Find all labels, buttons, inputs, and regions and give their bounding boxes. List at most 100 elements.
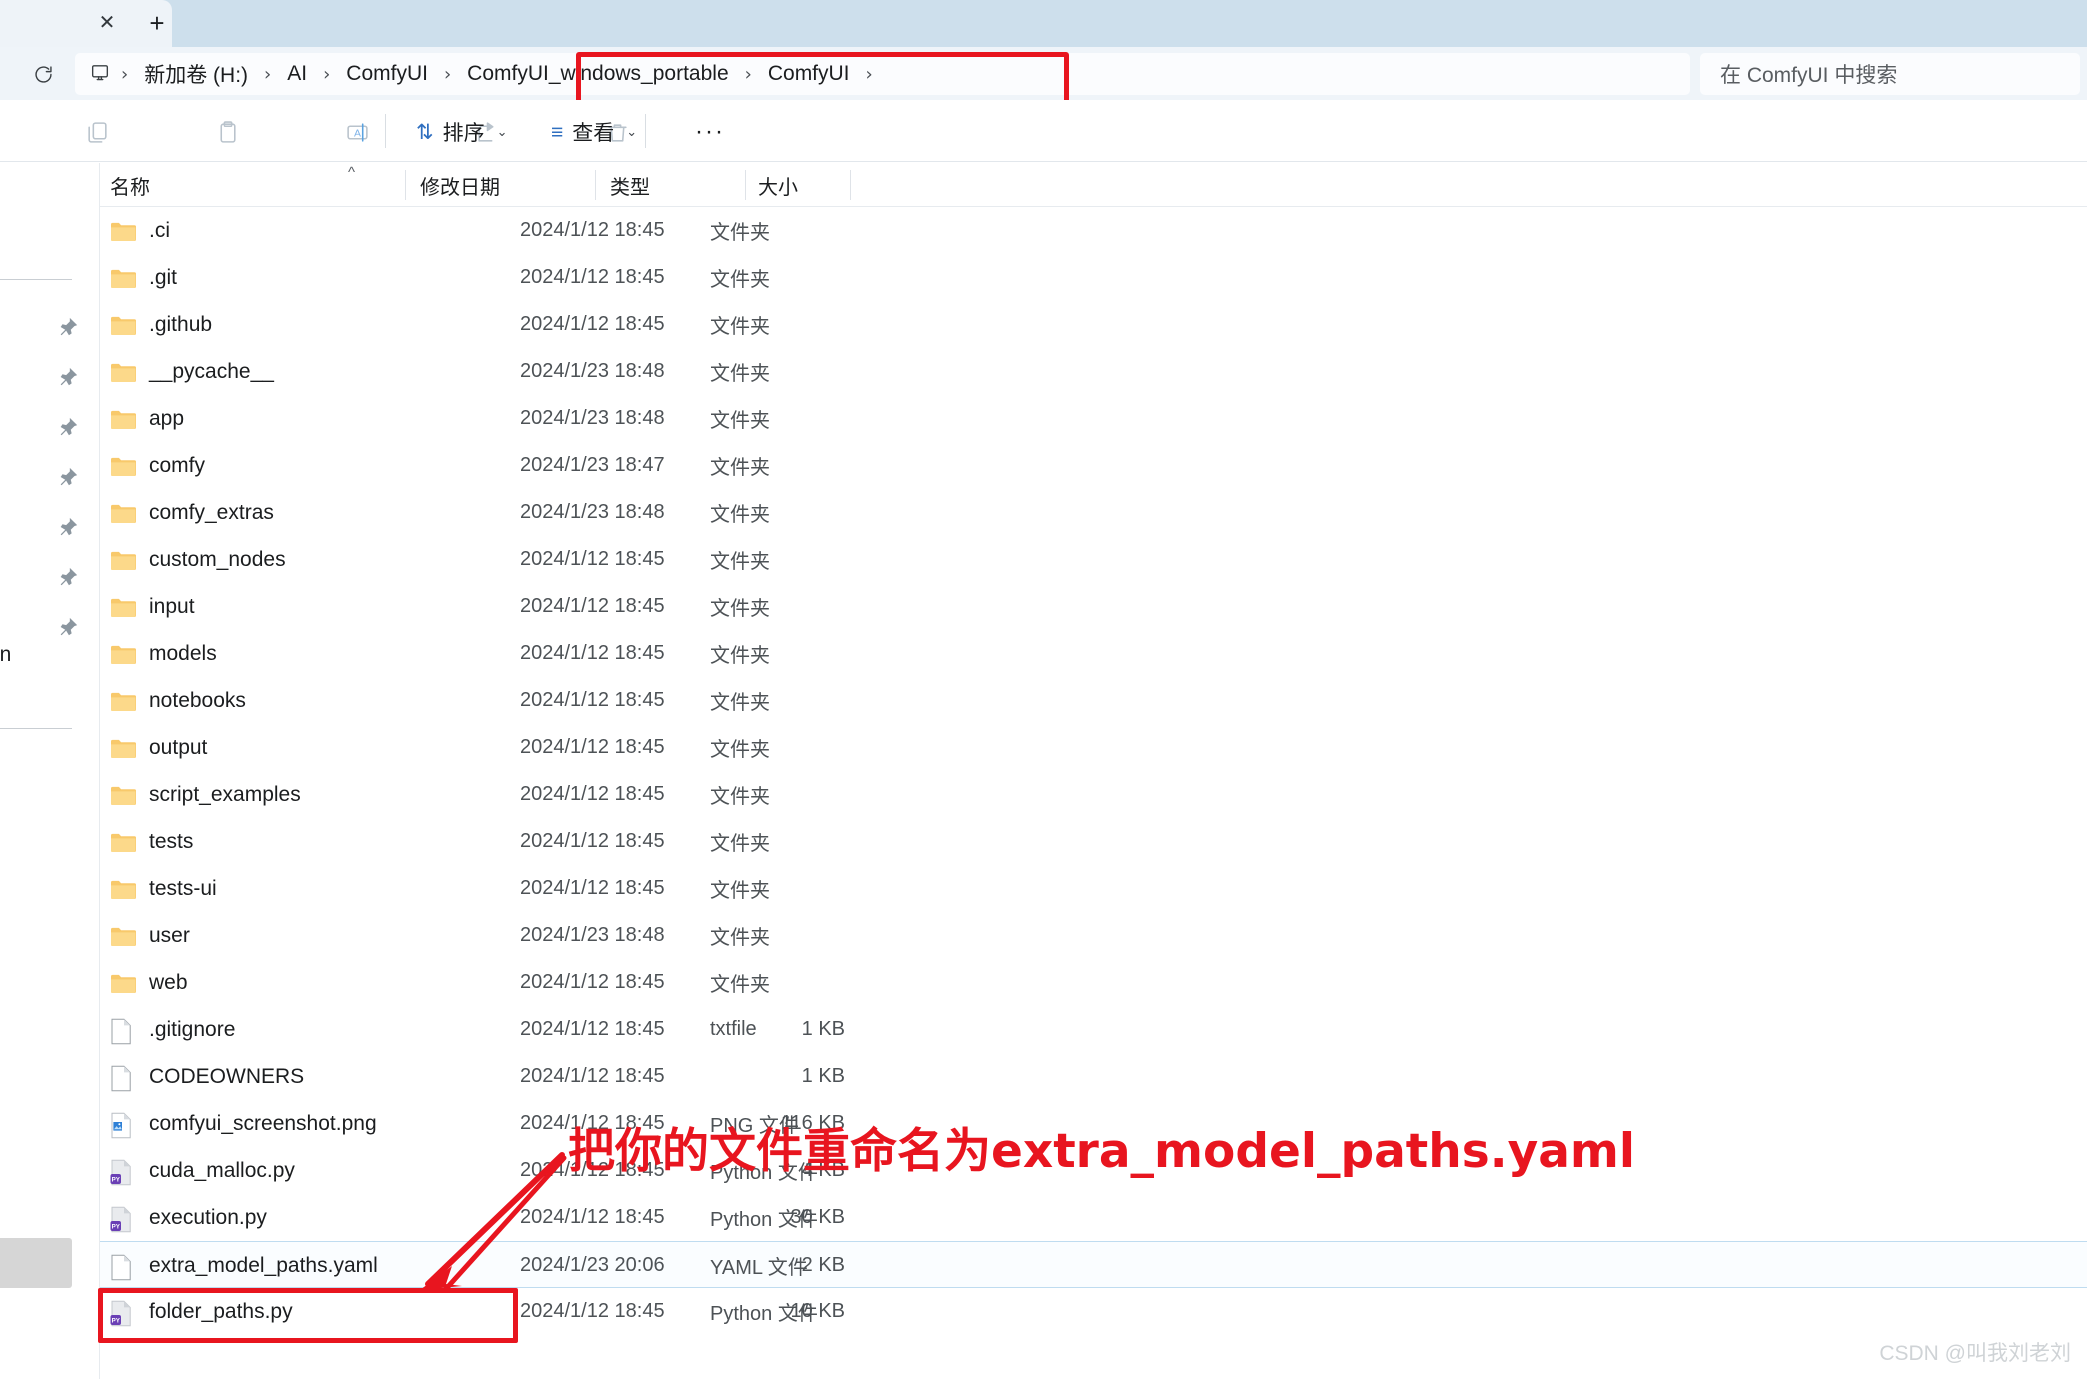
- file-name-cell[interactable]: PY folder_paths.py: [100, 1288, 293, 1335]
- breadcrumb-item-0[interactable]: 新加卷 (H:): [138, 57, 254, 91]
- table-row[interactable]: PY execution.py 2024/1/12 18:45 Python 文件 30…: [100, 1194, 2087, 1241]
- file-date-cell: 2024/1/23 18:47: [520, 454, 665, 476]
- view-label: 查看: [572, 122, 615, 145]
- table-row[interactable]: .gitignore 2024/1/12 18:45 txtfile 1 KB: [100, 1006, 2087, 1053]
- breadcrumb-item-3[interactable]: ComfyUI_windows_portable: [461, 60, 734, 88]
- nav-selected-item[interactable]: [0, 1238, 72, 1288]
- folder-icon: [110, 830, 136, 854]
- view-button[interactable]: ≡ 查看 ⌄: [545, 112, 643, 152]
- paste-icon[interactable]: [208, 113, 246, 151]
- folder-icon: [110, 595, 136, 619]
- file-name-cell[interactable]: __pycache__: [100, 348, 274, 395]
- table-row[interactable]: .git 2024/1/12 18:45 文件夹: [100, 254, 2087, 301]
- file-name-cell[interactable]: CODEOWNERS: [100, 1053, 304, 1100]
- breadcrumb-separator: ›: [264, 63, 272, 85]
- column-divider[interactable]: [595, 170, 596, 200]
- table-row[interactable]: .github 2024/1/12 18:45 文件夹: [100, 301, 2087, 348]
- table-row[interactable]: notebooks 2024/1/12 18:45 文件夹: [100, 677, 2087, 724]
- breadcrumb-separator: ›: [744, 63, 752, 85]
- table-row[interactable]: PY folder_paths.py 2024/1/12 18:45 Python 文…: [100, 1288, 2087, 1335]
- breadcrumb[interactable]: › 新加卷 (H:) › AI › ComfyUI › ComfyUI_wind…: [75, 53, 1690, 95]
- column-divider[interactable]: [850, 170, 851, 200]
- file-name-cell[interactable]: web: [100, 959, 188, 1006]
- table-row[interactable]: extra_model_paths.yaml 2024/1/23 20:06 YAM…: [100, 1241, 2087, 1288]
- table-row[interactable]: custom_nodes 2024/1/12 18:45 文件夹: [100, 536, 2087, 583]
- search-input[interactable]: 在 ComfyUI 中搜索: [1700, 53, 2080, 95]
- blank-file-icon: [110, 1018, 136, 1044]
- table-row[interactable]: web 2024/1/12 18:45 文件夹: [100, 959, 2087, 1006]
- file-name-cell[interactable]: .github: [100, 301, 212, 348]
- table-row[interactable]: tests-ui 2024/1/12 18:45 文件夹: [100, 865, 2087, 912]
- breadcrumb-item-2[interactable]: ComfyUI: [340, 60, 434, 88]
- file-name-cell[interactable]: PY cuda_malloc.py: [100, 1147, 295, 1194]
- table-row[interactable]: comfy 2024/1/23 18:47 文件夹: [100, 442, 2087, 489]
- close-icon[interactable]: ✕: [92, 8, 122, 38]
- breadcrumb-item-4[interactable]: ComfyUI: [762, 60, 856, 88]
- file-name-label: models: [149, 641, 217, 665]
- table-row[interactable]: comfy_extras 2024/1/23 18:48 文件夹: [100, 489, 2087, 536]
- table-row[interactable]: app 2024/1/23 18:48 文件夹: [100, 395, 2087, 442]
- table-row[interactable]: input 2024/1/12 18:45 文件夹: [100, 583, 2087, 630]
- file-name-cell[interactable]: user: [100, 912, 190, 959]
- watermark: CSDN @叫我刘老刘: [1879, 1342, 2071, 1365]
- file-size-cell: 10 KB: [790, 1300, 845, 1322]
- file-size-cell: [740, 489, 845, 536]
- file-name-cell[interactable]: script_examples: [100, 771, 301, 818]
- copy-icon[interactable]: [78, 113, 116, 151]
- file-date-cell: 2024/1/12 18:45: [520, 1300, 665, 1322]
- file-name-label: execution.py: [149, 1205, 267, 1229]
- more-options-button[interactable]: ···: [690, 112, 730, 152]
- column-divider[interactable]: [405, 170, 406, 200]
- file-name-cell[interactable]: tests: [100, 818, 193, 865]
- file-name-cell[interactable]: comfyui_screenshot.png: [100, 1100, 377, 1147]
- file-name-cell[interactable]: output: [100, 724, 207, 771]
- breadcrumb-item-1[interactable]: AI: [281, 60, 313, 88]
- file-name-label: custom_nodes: [149, 547, 286, 571]
- file-date-cell: 2024/1/12 18:45: [520, 877, 665, 899]
- table-row[interactable]: __pycache__ 2024/1/23 18:48 文件夹: [100, 348, 2087, 395]
- file-name-cell[interactable]: input: [100, 583, 195, 630]
- file-name-cell[interactable]: custom_nodes: [100, 536, 286, 583]
- file-name-label: folder_paths.py: [149, 1299, 293, 1323]
- file-name-cell[interactable]: notebooks: [100, 677, 246, 724]
- new-tab-icon[interactable]: +: [138, 4, 176, 42]
- refresh-icon[interactable]: [24, 55, 62, 93]
- sort-icon: ⇅: [416, 120, 434, 144]
- column-divider[interactable]: [745, 170, 746, 200]
- file-name-cell[interactable]: tests-ui: [100, 865, 217, 912]
- sort-button[interactable]: ⇅ 排序 ⌄: [410, 112, 514, 152]
- nav-item-label[interactable]: on: [0, 643, 11, 667]
- column-header-date[interactable]: 修改日期: [420, 163, 500, 207]
- file-date-cell: 2024/1/12 18:45: [520, 1018, 665, 1040]
- file-name-cell[interactable]: PY execution.py: [100, 1194, 267, 1241]
- table-row[interactable]: output 2024/1/12 18:45 文件夹: [100, 724, 2087, 771]
- folder-icon: [110, 736, 136, 760]
- table-row[interactable]: models 2024/1/12 18:45 文件夹: [100, 630, 2087, 677]
- table-row[interactable]: tests 2024/1/12 18:45 文件夹: [100, 818, 2087, 865]
- address-bar-row: › 新加卷 (H:) › AI › ComfyUI › ComfyUI_wind…: [0, 47, 2087, 100]
- rename-icon[interactable]: A: [338, 113, 376, 151]
- file-name-label: extra_model_paths.yaml: [149, 1253, 378, 1277]
- column-header-type[interactable]: 类型: [610, 163, 650, 207]
- column-header-name[interactable]: 名称: [110, 163, 150, 207]
- file-name-cell[interactable]: models: [100, 630, 217, 677]
- file-name-label: output: [149, 735, 208, 759]
- file-date-cell: 2024/1/12 18:45: [520, 689, 665, 711]
- file-name-cell[interactable]: app: [100, 395, 184, 442]
- file-name-cell[interactable]: .git: [100, 254, 177, 301]
- file-date-cell: 2024/1/12 18:45: [520, 266, 665, 288]
- file-size-cell: [740, 583, 845, 630]
- table-row[interactable]: script_examples 2024/1/12 18:45 文件夹: [100, 771, 2087, 818]
- column-header-size[interactable]: 大小: [758, 163, 798, 207]
- file-name-cell[interactable]: extra_model_paths.yaml: [100, 1242, 378, 1289]
- file-name-cell[interactable]: .gitignore: [100, 1006, 235, 1053]
- file-name-cell[interactable]: .ci: [100, 207, 170, 254]
- pin-icon: [57, 316, 79, 338]
- this-pc-icon[interactable]: [89, 63, 111, 85]
- file-name-cell[interactable]: comfy: [100, 442, 205, 489]
- table-row[interactable]: CODEOWNERS 2024/1/12 18:45 1 KB: [100, 1053, 2087, 1100]
- table-row[interactable]: user 2024/1/23 18:48 文件夹: [100, 912, 2087, 959]
- file-name-cell[interactable]: comfy_extras: [100, 489, 274, 536]
- file-date-cell: 2024/1/12 18:45: [520, 313, 665, 335]
- table-row[interactable]: .ci 2024/1/12 18:45 文件夹: [100, 207, 2087, 254]
